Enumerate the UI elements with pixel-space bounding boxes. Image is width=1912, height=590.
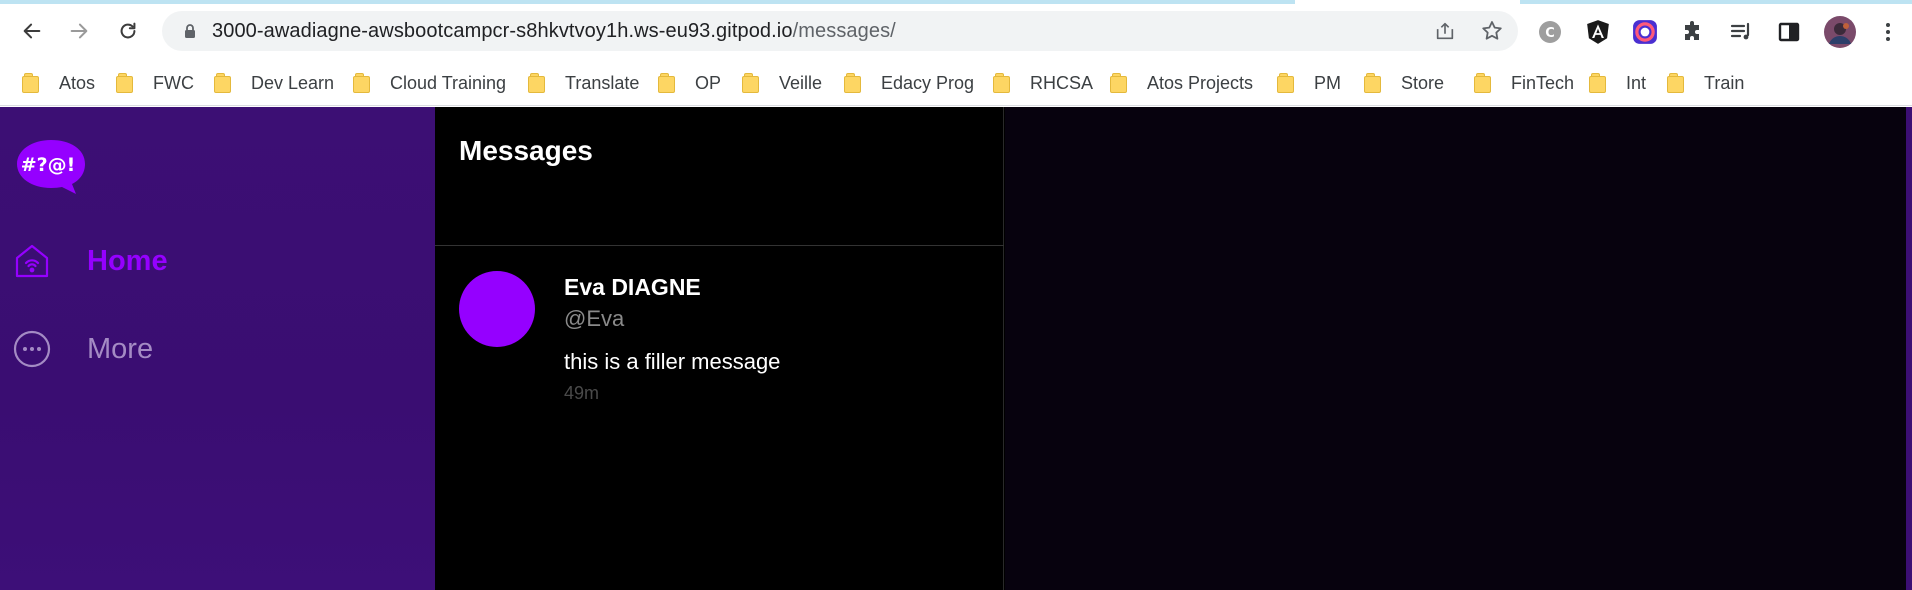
messages-feed: Messages Eva DIAGNE @Eva this is a fille… xyxy=(435,107,1004,590)
feed-header: Messages xyxy=(435,107,1004,246)
nav-label-home: Home xyxy=(87,244,168,277)
folder-icon xyxy=(742,73,759,93)
lock-icon xyxy=(185,24,195,38)
bookmark-folder[interactable]: Atos Projects xyxy=(1110,68,1253,98)
url-path: /messages/ xyxy=(792,20,896,42)
app-logo[interactable]: #?@! xyxy=(15,137,87,197)
folder-icon xyxy=(116,73,133,93)
bookmark-label: FinTech xyxy=(1511,72,1575,93)
kebab-menu-icon[interactable] xyxy=(1874,18,1902,46)
message-sender-name: Eva DIAGNE xyxy=(564,274,701,300)
folder-icon xyxy=(993,73,1010,93)
bookmark-label: Cloud Training xyxy=(390,72,507,93)
bookmark-label: Translate xyxy=(565,72,640,93)
c-extension-icon[interactable]: C xyxy=(1536,18,1564,46)
avatar[interactable] xyxy=(459,271,535,347)
angular-icon[interactable] xyxy=(1584,18,1612,46)
bookmark-label: RHCSA xyxy=(1030,72,1094,93)
right-edge-strip xyxy=(1906,107,1912,590)
svg-text:C: C xyxy=(1545,26,1555,41)
reading-list-icon[interactable] xyxy=(1727,18,1755,46)
more-icon xyxy=(12,329,52,369)
profile-avatar[interactable] xyxy=(1824,16,1856,48)
bookmark-folder[interactable]: RHCSA xyxy=(993,68,1093,98)
bookmark-label: Atos xyxy=(59,72,96,93)
folder-icon xyxy=(658,73,675,93)
app-root: #?@! Home More Messages Eva DIAGNE @Eva … xyxy=(0,107,1912,590)
sidebar: #?@! Home More xyxy=(0,107,435,590)
folder-icon xyxy=(1277,73,1294,93)
arrow-right-icon xyxy=(70,23,88,39)
home-icon xyxy=(12,241,52,281)
address-bar[interactable]: 3000-awadiagne-awsbootcampcr-s8hkvtvoy1h… xyxy=(162,11,1518,51)
bookmark-folder[interactable]: Edacy Prog xyxy=(844,68,974,98)
tab-strip-right xyxy=(1520,0,1912,4)
folder-icon xyxy=(528,73,545,93)
bookmark-folder[interactable]: Train xyxy=(1667,68,1744,98)
bookmark-folder[interactable]: Store xyxy=(1364,68,1444,98)
folder-icon xyxy=(353,73,370,93)
bookmarks-bar: Atos FWC Dev Learn Cloud Training Transl… xyxy=(0,60,1912,106)
bookmark-folder[interactable]: Translate xyxy=(528,68,639,98)
page-title: Messages xyxy=(459,135,593,166)
message-sender-handle: @Eva xyxy=(564,306,625,331)
message-body: this is a filler message xyxy=(564,349,781,374)
bookmark-folder[interactable]: FinTech xyxy=(1474,68,1574,98)
folder-icon xyxy=(1589,73,1606,93)
side-panel-icon[interactable] xyxy=(1775,18,1803,46)
bookmark-folder[interactable]: OP xyxy=(658,68,721,98)
tab-strip-left xyxy=(0,0,1295,4)
bookmark-label: Atos Projects xyxy=(1147,72,1254,93)
folder-icon xyxy=(1667,73,1684,93)
bookmark-folder[interactable]: Dev Learn xyxy=(214,68,334,98)
bookmark-label: Edacy Prog xyxy=(881,72,975,93)
forward-button[interactable] xyxy=(62,14,96,48)
message-detail-pane xyxy=(1005,107,1906,590)
bookmark-label: Int xyxy=(1626,72,1647,93)
bookmark-label: OP xyxy=(695,72,722,93)
bookmark-folder[interactable]: FWC xyxy=(116,68,194,98)
reload-icon xyxy=(120,22,136,39)
nav-item-home[interactable]: Home xyxy=(12,237,168,285)
bookmark-star-icon[interactable] xyxy=(1480,19,1504,43)
bookmark-folder[interactable]: Atos xyxy=(22,68,95,98)
reload-button[interactable] xyxy=(111,14,145,48)
folder-icon xyxy=(1474,73,1491,93)
folder-icon xyxy=(22,73,39,93)
folder-icon xyxy=(1110,73,1127,93)
folder-icon xyxy=(214,73,231,93)
bookmark-folder[interactable]: Veille xyxy=(742,68,822,98)
nav-item-more[interactable]: More xyxy=(12,325,153,373)
bookmark-label: Dev Learn xyxy=(251,72,335,93)
bookmark-label: Train xyxy=(1704,72,1745,93)
back-button[interactable] xyxy=(15,14,49,48)
bookmark-label: Store xyxy=(1401,72,1445,93)
folder-icon xyxy=(844,73,861,93)
browser-toolbar: 3000-awadiagne-awsbootcampcr-s8hkvtvoy1h… xyxy=(0,5,1912,55)
arrow-left-icon xyxy=(23,23,41,39)
message-group-item[interactable]: Eva DIAGNE @Eva this is a filler message… xyxy=(435,247,1004,407)
url-text: 3000-awadiagne-awsbootcampcr-s8hkvtvoy1h… xyxy=(212,20,896,43)
bookmark-label: FWC xyxy=(153,72,194,93)
share-icon[interactable] xyxy=(1434,20,1456,42)
color-picker-icon[interactable] xyxy=(1631,18,1659,46)
logo-text: #?@! xyxy=(21,154,76,176)
bookmark-folder[interactable]: PM xyxy=(1277,68,1341,98)
bookmark-label: PM xyxy=(1314,72,1341,93)
bookmark-folder[interactable]: Cloud Training xyxy=(353,68,506,98)
folder-icon xyxy=(1364,73,1381,93)
url-host: 3000-awadiagne-awsbootcampcr-s8hkvtvoy1h… xyxy=(212,20,793,42)
bookmark-folder[interactable]: Int xyxy=(1589,68,1646,98)
bookmark-label: Veille xyxy=(779,72,823,93)
message-timestamp: 49m xyxy=(564,383,600,403)
puzzle-icon[interactable] xyxy=(1679,18,1707,46)
nav-label-more: More xyxy=(87,332,154,365)
